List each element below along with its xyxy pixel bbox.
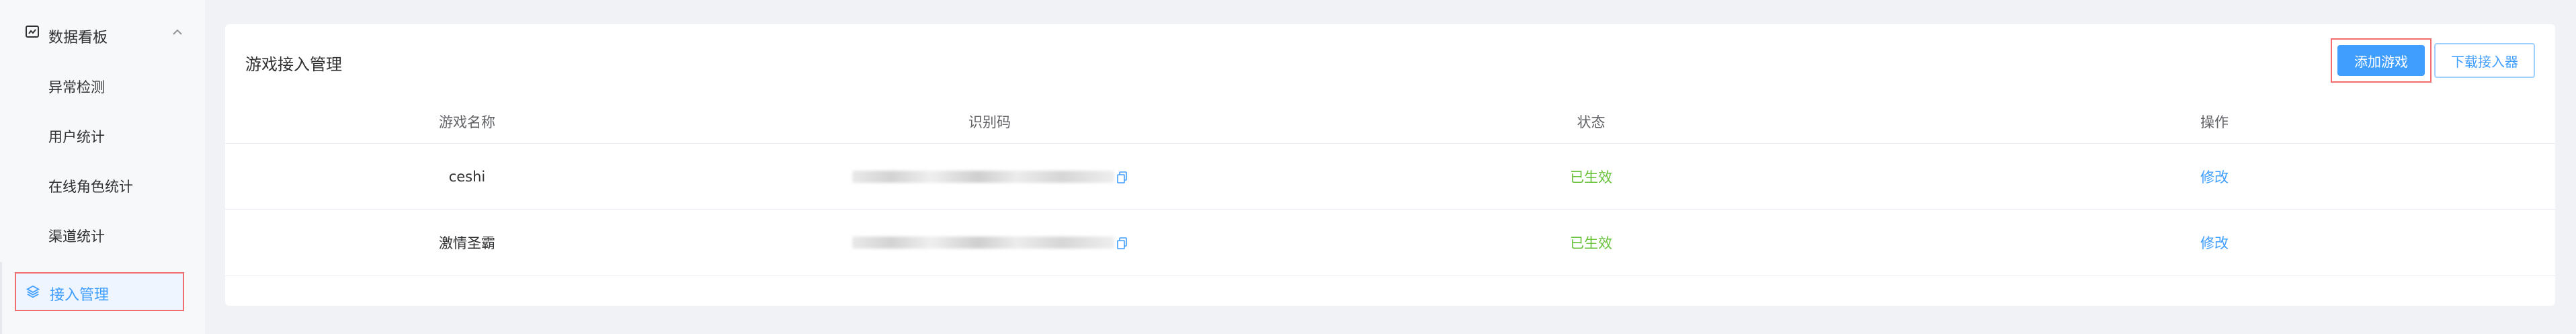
sidebar-item-label: 接入管理 [50, 287, 110, 304]
column-header-name: 游戏名称 [439, 114, 495, 130]
copy-icon[interactable] [1116, 237, 1128, 249]
game-name: 激情圣霸 [439, 235, 495, 251]
column-header-action: 操作 [2200, 114, 2229, 130]
sidebar-item-label: 异常检测 [48, 79, 105, 95]
sidebar-item-user-stats[interactable]: 用户统计 [0, 110, 205, 160]
sidebar-item-channel-stats[interactable]: 渠道统计 [0, 210, 205, 259]
game-name: ceshi [448, 169, 486, 185]
active-indicator [0, 262, 2, 334]
add-game-button[interactable]: 添加游戏 [2337, 45, 2425, 76]
add-game-highlight: 添加游戏 [2331, 38, 2432, 83]
status-badge: 已生效 [1570, 235, 1612, 251]
sidebar-item-label: 渠道统计 [48, 228, 105, 245]
sidebar-item-label: 用户统计 [48, 129, 105, 145]
edit-link[interactable]: 修改 [1892, 144, 2537, 210]
sidebar: 数据看板 异常检测 用户统计 在线角色统计 渠道统计 接入管理 [0, 0, 205, 334]
table-row: 激情圣霸 已生效 修改 [225, 209, 2555, 276]
sidebar-item-access-management[interactable]: 接入管理 [15, 272, 184, 311]
layers-icon [26, 284, 40, 299]
menu-group-dashboard[interactable]: 数据看板 [0, 15, 205, 55]
copy-icon[interactable] [1116, 171, 1128, 183]
column-header-status: 状态 [1577, 114, 1606, 130]
game-access-card: 游戏接入管理 添加游戏 下载接入器 游戏名称 识别码 状态 操作 ceshi 已… [225, 24, 2555, 306]
chart-icon [24, 24, 40, 40]
menu-group-label: 数据看板 [48, 30, 108, 46]
sidebar-item-label: 在线角色统计 [48, 179, 133, 195]
download-connector-button[interactable]: 下载接入器 [2434, 43, 2535, 78]
edit-link[interactable]: 修改 [1892, 210, 2537, 276]
identifier-code [689, 210, 1290, 276]
sidebar-item-online-roles[interactable]: 在线角色统计 [0, 160, 205, 210]
redacted-code [851, 171, 1114, 183]
identifier-code [689, 144, 1290, 210]
page-title: 游戏接入管理 [245, 55, 342, 74]
table-header: 游戏名称 识别码 状态 操作 [225, 110, 2555, 133]
sidebar-item-anomaly[interactable]: 异常检测 [0, 60, 205, 110]
chevron-up-icon[interactable] [169, 24, 185, 40]
redacted-code [851, 237, 1114, 249]
status-badge: 已生效 [1570, 169, 1612, 185]
column-header-code: 识别码 [968, 114, 1011, 130]
table-row: ceshi 已生效 修改 [225, 143, 2555, 210]
